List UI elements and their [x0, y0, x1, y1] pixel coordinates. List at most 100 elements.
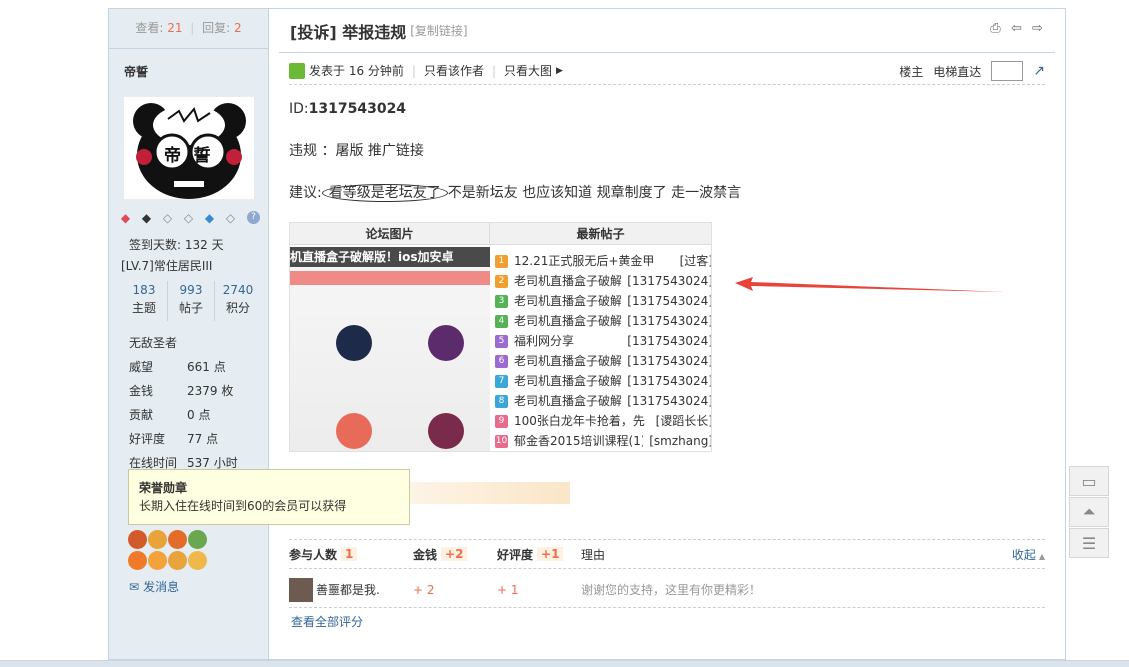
views-label: 查看:	[135, 21, 164, 35]
floor-jump-input[interactable]	[991, 61, 1024, 81]
list-item[interactable]: 7 老司机直播盒子破解 [1317543024]	[495, 371, 712, 391]
profile-value: 77 点	[187, 432, 219, 446]
post-link: 12.21正式服无后+黄金甲	[514, 254, 655, 268]
post-link: 老司机直播盒子破解	[514, 314, 622, 328]
topics-count[interactable]: 183 主题	[121, 281, 167, 321]
prev-thread-icon[interactable]: ⇦	[1009, 21, 1024, 36]
post-container: 查看: 21 | 回复: 2 帝誓 帝_誓 ◆ ◆ ◇ ◇ ◆ ◇ ? 签到天数…	[108, 8, 1066, 660]
list-item[interactable]: 6 老司机直播盒子破解 [1317543024]	[495, 351, 711, 371]
rater-avatar[interactable]	[289, 577, 313, 602]
money-total: +2	[441, 547, 468, 561]
posts-count[interactable]: 993 帖子	[167, 281, 214, 321]
points-count[interactable]: 2740 积分	[214, 281, 261, 321]
send-message-link[interactable]: ✉ 发消息	[129, 578, 179, 595]
red-gem-icon[interactable]: ◆	[117, 211, 134, 225]
rater-name[interactable]: 善噩都是我.	[316, 581, 380, 598]
stats-divider: |	[190, 21, 195, 35]
medal-icon[interactable]	[188, 550, 207, 570]
see-all-ratings-link[interactable]: 查看全部评分	[291, 613, 363, 630]
rep-total: +1	[537, 547, 564, 561]
profile-row: 贡献 0 点	[129, 403, 238, 427]
rank-badge: 1	[495, 254, 508, 268]
rank-badge: 5	[495, 334, 508, 348]
rater[interactable]: 善噩都是我.	[289, 577, 413, 602]
collapse-label: 收起	[1011, 547, 1036, 562]
embedded-screenshot[interactable]: 论坛图片 最新帖子 机直播盒子破解版！ios加安卓 1 12.21正式服无后+黄金…	[289, 222, 712, 452]
user-signin-info: 签到天数: 132 天 [LV.7]常住居民III	[121, 235, 224, 277]
post-author: [谡蹈长长]	[655, 414, 712, 428]
avatar[interactable]: 帝_誓	[124, 97, 254, 199]
medal-icon[interactable]	[128, 530, 147, 549]
list-item[interactable]: 9 100张白龙年卡抢着，先 [谡蹈长长]	[495, 411, 712, 431]
post-time: 发表于 16 分钟前	[309, 64, 404, 78]
list-view-icon[interactable]: ☰	[1069, 528, 1109, 558]
quick-reply-icon[interactable]: ▭	[1069, 466, 1109, 496]
gray-diamond-icon[interactable]: ◇	[159, 211, 176, 225]
list-item[interactable]: 1 12.21正式服无后+黄金甲 [过客]	[495, 251, 711, 271]
count-label: 帖子	[178, 301, 203, 315]
send-message-label: 发消息	[143, 580, 180, 594]
post-main: [投诉] 举报违规 [复制链接] ⎙ ⇦ ⇨ 发表于 16 分钟前 | 只看该作…	[279, 9, 1055, 629]
replies-label: 回复:	[202, 21, 231, 35]
medal-icon[interactable]	[188, 530, 207, 549]
print-icon[interactable]: ⎙	[988, 21, 1003, 36]
medal-icon[interactable]	[128, 550, 147, 570]
medal-icon[interactable]	[148, 530, 167, 549]
medal-icon[interactable]	[168, 550, 187, 570]
play-arrow-icon[interactable]: ▶	[556, 66, 563, 76]
black-gem-icon[interactable]: ◆	[138, 211, 155, 225]
profile-row: 威望 661 点	[129, 355, 238, 379]
profile-value: 661 点	[187, 360, 226, 374]
profile-value: 2379 枚	[187, 384, 234, 398]
tooltip-body: 长期入住在线时间到60的会员可以获得	[139, 499, 347, 513]
reason-col: 理由	[581, 546, 605, 563]
list-item[interactable]: 2 老司机直播盒子破解 [1317543024]	[495, 271, 711, 291]
jump-icon[interactable]: ↗	[1033, 63, 1045, 79]
author-name[interactable]: 帝誓	[109, 49, 268, 89]
copy-link-button[interactable]: [复制链接]	[410, 22, 467, 39]
next-thread-icon[interactable]: ⇨	[1030, 21, 1045, 36]
big-image-link[interactable]: 只看大图	[504, 62, 552, 79]
id-line: ID:1317543024	[289, 99, 741, 120]
browser-status-bar	[0, 660, 1129, 667]
only-author-link[interactable]: 只看该作者	[424, 62, 484, 79]
help-icon[interactable]: ?	[247, 211, 260, 224]
list-item[interactable]: 5 福利网分享 [1317543024]	[495, 331, 711, 351]
profile-key: 威望	[129, 360, 154, 374]
preview-avatar-icon	[336, 325, 372, 361]
rep-col: 好评度 +1	[497, 546, 581, 563]
post-author: [1317543024]	[627, 374, 712, 388]
forum-image-preview: 机直播盒子破解版！ios加安卓	[290, 247, 490, 451]
suggestion-prefix: 建议:	[289, 185, 322, 201]
post-link: 福利网分享	[514, 334, 575, 348]
title-tools: ⎙ ⇦ ⇨	[988, 21, 1045, 36]
views-count: 21	[167, 21, 183, 35]
back-to-top-icon[interactable]: ⏶	[1069, 497, 1109, 527]
medal-icon[interactable]	[168, 530, 187, 549]
rank-badge: 9	[495, 414, 508, 428]
medal-icon[interactable]	[148, 550, 167, 570]
post-author: [1317543024]	[627, 394, 712, 408]
profile-value: 0 点	[187, 408, 211, 422]
rank-badge: 7	[495, 374, 508, 388]
gray-diamond-icon[interactable]: ◇	[180, 211, 197, 225]
preview-avatar-icon	[428, 413, 464, 449]
rep-label: 好评度	[497, 547, 534, 562]
blue-gem-icon[interactable]: ◆	[201, 211, 218, 225]
count-value: 993	[179, 283, 203, 297]
annotation-arrow	[735, 277, 1005, 292]
gray-diamond-icon[interactable]: ◇	[222, 211, 239, 225]
list-item[interactable]: 4 老司机直播盒子破解 [1317543024]	[495, 311, 711, 331]
profile-key: 金钱	[129, 384, 154, 398]
count-label: 积分	[225, 301, 250, 315]
circled-text: 看等级是老坛友了	[321, 184, 448, 202]
rank-badge: 6	[495, 354, 508, 368]
list-item[interactable]: 8 老司机直播盒子破解 [1317543024]	[495, 391, 712, 411]
avatar-caption: 帝_誓	[164, 146, 213, 166]
list-item[interactable]: 3 老司机直播盒子破解 [1317543024]	[495, 291, 711, 311]
rating-row: 善噩都是我. + 2 + 1 谢谢您的支持，这里有你更精彩！	[289, 572, 1045, 608]
violation-line: 违规 ：屠版 推广链接	[289, 143, 424, 159]
list-item[interactable]: 10 郁金香2015培训课程(1) [smzhang]	[495, 431, 711, 451]
collapse-button[interactable]: 收起 ▲	[1012, 546, 1045, 563]
profile-row: 金钱 2379 枚	[129, 379, 238, 403]
